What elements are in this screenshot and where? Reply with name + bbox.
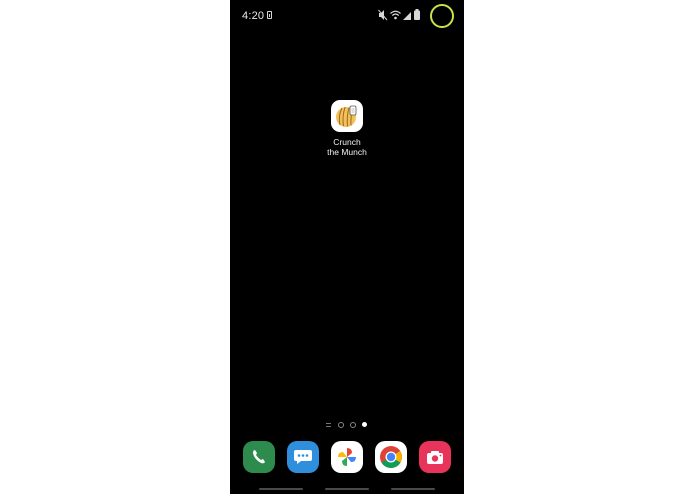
home-page-indicator-icon: [326, 423, 331, 427]
app-label: Crunch the Munch: [320, 137, 374, 157]
page-indicator[interactable]: [326, 421, 371, 429]
wifi-icon: [390, 10, 401, 20]
page-dot[interactable]: [338, 422, 344, 428]
chrome-icon[interactable]: [375, 441, 407, 473]
crunch-the-munch-icon[interactable]: [331, 100, 363, 132]
touch-cursor-indicator: [430, 4, 454, 28]
recents-gesture-hint[interactable]: [259, 488, 303, 490]
battery-icon: [414, 9, 420, 20]
messages-icon[interactable]: [287, 441, 319, 473]
phone-screen: 4:20 Crunch the Munch: [230, 0, 464, 494]
page-dot[interactable]: [350, 422, 356, 428]
camera-icon[interactable]: [419, 441, 451, 473]
status-icons: [378, 9, 424, 21]
dock: [230, 441, 464, 475]
pinwheel-icon[interactable]: [331, 441, 363, 473]
page-dot-active[interactable]: [362, 422, 367, 427]
app-label-line-2: the Munch: [327, 147, 367, 157]
app-crunch-the-munch[interactable]: Crunch the Munch: [320, 100, 374, 157]
navigation-bar: [230, 484, 464, 494]
status-bar: 4:20: [230, 0, 464, 32]
signal-icon: [403, 12, 411, 20]
back-gesture-hint[interactable]: [391, 488, 435, 490]
home-gesture-hint[interactable]: [325, 488, 369, 490]
status-time: 4:20: [242, 10, 265, 22]
app-label-line-1: Crunch: [333, 137, 361, 147]
phone-icon[interactable]: [243, 441, 275, 473]
mute-icon: [378, 9, 388, 21]
battery-saver-icon: [267, 11, 272, 19]
